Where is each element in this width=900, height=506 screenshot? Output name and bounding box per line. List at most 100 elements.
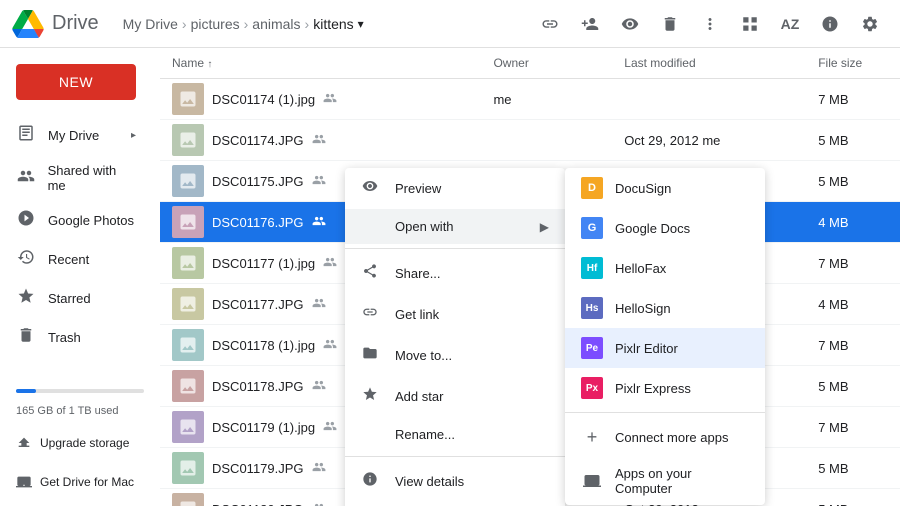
info-button[interactable] xyxy=(812,6,848,42)
sidebar-recent-label: Recent xyxy=(48,252,89,267)
sidebar-item-recent[interactable]: Recent xyxy=(0,240,152,279)
menu-preview[interactable]: Preview xyxy=(345,168,565,209)
file-thumbnail xyxy=(172,247,204,279)
submenu-pixlr-editor[interactable]: Pe Pixlr Editor xyxy=(565,328,765,368)
settings-icon xyxy=(861,15,879,33)
column-owner[interactable]: Owner xyxy=(481,48,612,79)
shared-icon xyxy=(16,167,36,190)
submenu-apps-on-computer[interactable]: Apps on your Computer xyxy=(565,457,765,505)
column-size[interactable]: File size xyxy=(806,48,900,79)
breadcrumb-sep-1: › xyxy=(182,16,187,32)
info-menu-icon xyxy=(361,471,379,492)
get-drive-button[interactable]: Get Drive for Mac xyxy=(0,466,160,498)
menu-open-with-label: Open with xyxy=(395,219,454,234)
file-name: DSC01180.JPG xyxy=(212,502,304,506)
sort-button[interactable]: AZ xyxy=(772,6,808,42)
grid-view-button[interactable] xyxy=(732,6,768,42)
computer-icon xyxy=(16,474,32,490)
file-name: DSC01179.JPG xyxy=(212,461,304,476)
menu-rename[interactable]: Rename... xyxy=(345,417,565,452)
docusign-icon: D xyxy=(581,177,603,199)
file-thumbnail xyxy=(172,493,204,506)
upgrade-label: Upgrade storage xyxy=(40,436,129,450)
sidebar-item-shared-with-me[interactable]: Shared with me xyxy=(0,155,152,201)
submenu-divider xyxy=(565,412,765,413)
sidebar-item-starred[interactable]: Starred xyxy=(0,279,152,318)
drive-logo-icon xyxy=(12,10,44,38)
breadcrumb-current[interactable]: kittens ▾ xyxy=(313,16,364,32)
submenu-hellofax[interactable]: Hf HelloFax xyxy=(565,248,765,288)
file-owner xyxy=(481,120,612,161)
upgrade-storage-button[interactable]: Upgrade storage xyxy=(0,427,160,459)
star-menu-icon xyxy=(361,386,379,407)
google-docs-label: Google Docs xyxy=(615,221,690,236)
breadcrumb-my-drive[interactable]: My Drive xyxy=(123,16,178,32)
sidebar-item-my-drive[interactable]: My Drive ▸ xyxy=(0,116,152,155)
file-size: 4 MB xyxy=(806,202,900,243)
file-owner: me xyxy=(481,79,612,120)
connect-apps-icon: + xyxy=(581,426,603,448)
menu-add-star[interactable]: Add star xyxy=(345,376,565,417)
file-size: 5 MB xyxy=(806,366,900,407)
preview-menu-icon xyxy=(361,178,379,199)
menu-get-link[interactable]: Get link xyxy=(345,294,565,335)
file-name: DSC01176.JPG xyxy=(212,215,304,230)
az-icon: AZ xyxy=(781,16,800,32)
chevron-down-icon: ▾ xyxy=(358,17,364,31)
menu-share[interactable]: Share... xyxy=(345,253,565,294)
menu-move-to[interactable]: Move to... xyxy=(345,335,565,376)
docusign-label: DocuSign xyxy=(615,181,671,196)
share-menu-icon xyxy=(361,263,379,284)
submenu-hellosign[interactable]: Hs HelloSign xyxy=(565,288,765,328)
delete-icon xyxy=(661,15,679,33)
file-table-header: Name ↑ Owner Last modified File size xyxy=(160,48,900,79)
add-person-button[interactable] xyxy=(572,6,608,42)
column-modified[interactable]: Last modified xyxy=(612,48,806,79)
link-button[interactable] xyxy=(532,6,568,42)
sidebar-item-trash[interactable]: Trash xyxy=(0,318,152,357)
google-photos-icon xyxy=(16,209,36,232)
delete-button[interactable] xyxy=(652,6,688,42)
file-size: 7 MB xyxy=(806,407,900,448)
submenu-pixlr-express[interactable]: Px Pixlr Express xyxy=(565,368,765,408)
file-name: DSC01174.JPG xyxy=(212,133,304,148)
file-content: Name ↑ Owner Last modified File size DSC… xyxy=(160,48,900,506)
file-size: 5 MB xyxy=(806,120,900,161)
file-name: DSC01178 (1).jpg xyxy=(212,338,315,353)
sidebar-starred-label: Starred xyxy=(48,291,91,306)
sidebar-trash-label: Trash xyxy=(48,330,81,345)
breadcrumb-pictures[interactable]: pictures xyxy=(191,16,240,32)
info-icon xyxy=(821,15,839,33)
file-name: DSC01177.JPG xyxy=(212,297,304,312)
column-name[interactable]: Name ↑ xyxy=(160,48,481,79)
shared-user-icon xyxy=(312,132,326,149)
hellosign-label: HelloSign xyxy=(615,301,671,316)
table-row[interactable]: DSC01174 (1).jpg me 7 MB xyxy=(160,79,900,120)
file-size: 7 MB xyxy=(806,79,900,120)
menu-view-details[interactable]: View details xyxy=(345,461,565,502)
table-row[interactable]: DSC01174.JPG Oct 29, 2012 me5 MB xyxy=(160,120,900,161)
sidebar-my-drive-label: My Drive xyxy=(48,128,99,143)
more-vert-button[interactable] xyxy=(692,6,728,42)
submenu-google-docs[interactable]: G Google Docs xyxy=(565,208,765,248)
file-thumbnail xyxy=(172,452,204,484)
submenu-docusign[interactable]: D DocuSign xyxy=(565,168,765,208)
submenu-connect-more[interactable]: + Connect more apps xyxy=(565,417,765,457)
menu-manage-versions[interactable]: Manage versions... xyxy=(345,502,565,506)
file-thumbnail xyxy=(172,206,204,238)
settings-button[interactable] xyxy=(852,6,888,42)
breadcrumb-animals[interactable]: animals xyxy=(252,16,300,32)
sidebar-item-google-photos[interactable]: Google Photos xyxy=(0,201,152,240)
file-name: DSC01174 (1).jpg xyxy=(212,92,315,107)
breadcrumb-kittens-label: kittens xyxy=(313,16,353,32)
file-modified: Oct 29, 2012 me xyxy=(612,120,806,161)
shared-user-icon xyxy=(312,173,326,190)
preview-button[interactable] xyxy=(612,6,648,42)
breadcrumb-sep-3: › xyxy=(305,16,310,32)
menu-star-label: Add star xyxy=(395,389,443,404)
menu-open-with[interactable]: Open with ▶ xyxy=(345,209,565,244)
new-button[interactable]: NEW xyxy=(16,64,136,100)
menu-move-label: Move to... xyxy=(395,348,452,363)
link-menu-icon xyxy=(361,304,379,325)
file-size: 7 MB xyxy=(806,243,900,284)
